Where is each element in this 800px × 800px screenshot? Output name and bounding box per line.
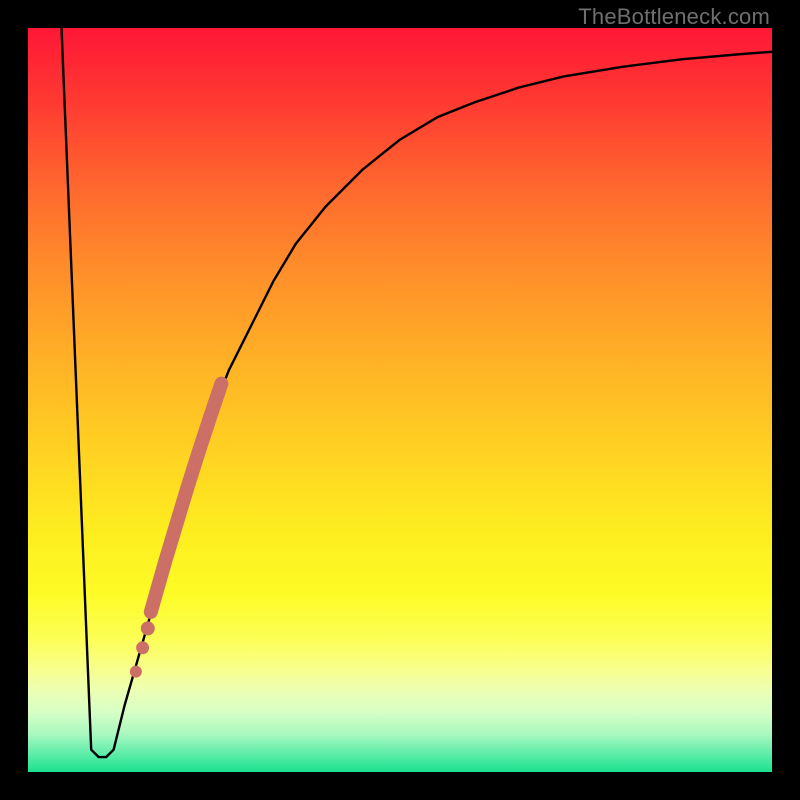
- curve-path: [62, 28, 773, 757]
- highlight-dot: [136, 641, 149, 654]
- plot-area: [28, 28, 772, 772]
- highlight-dot: [130, 666, 142, 678]
- bottleneck-curve: [28, 28, 772, 772]
- highlight-dot: [141, 621, 155, 635]
- highlight-segment: [151, 384, 222, 612]
- chart-frame: TheBottleneck.com: [0, 0, 800, 800]
- watermark-text: TheBottleneck.com: [578, 4, 770, 30]
